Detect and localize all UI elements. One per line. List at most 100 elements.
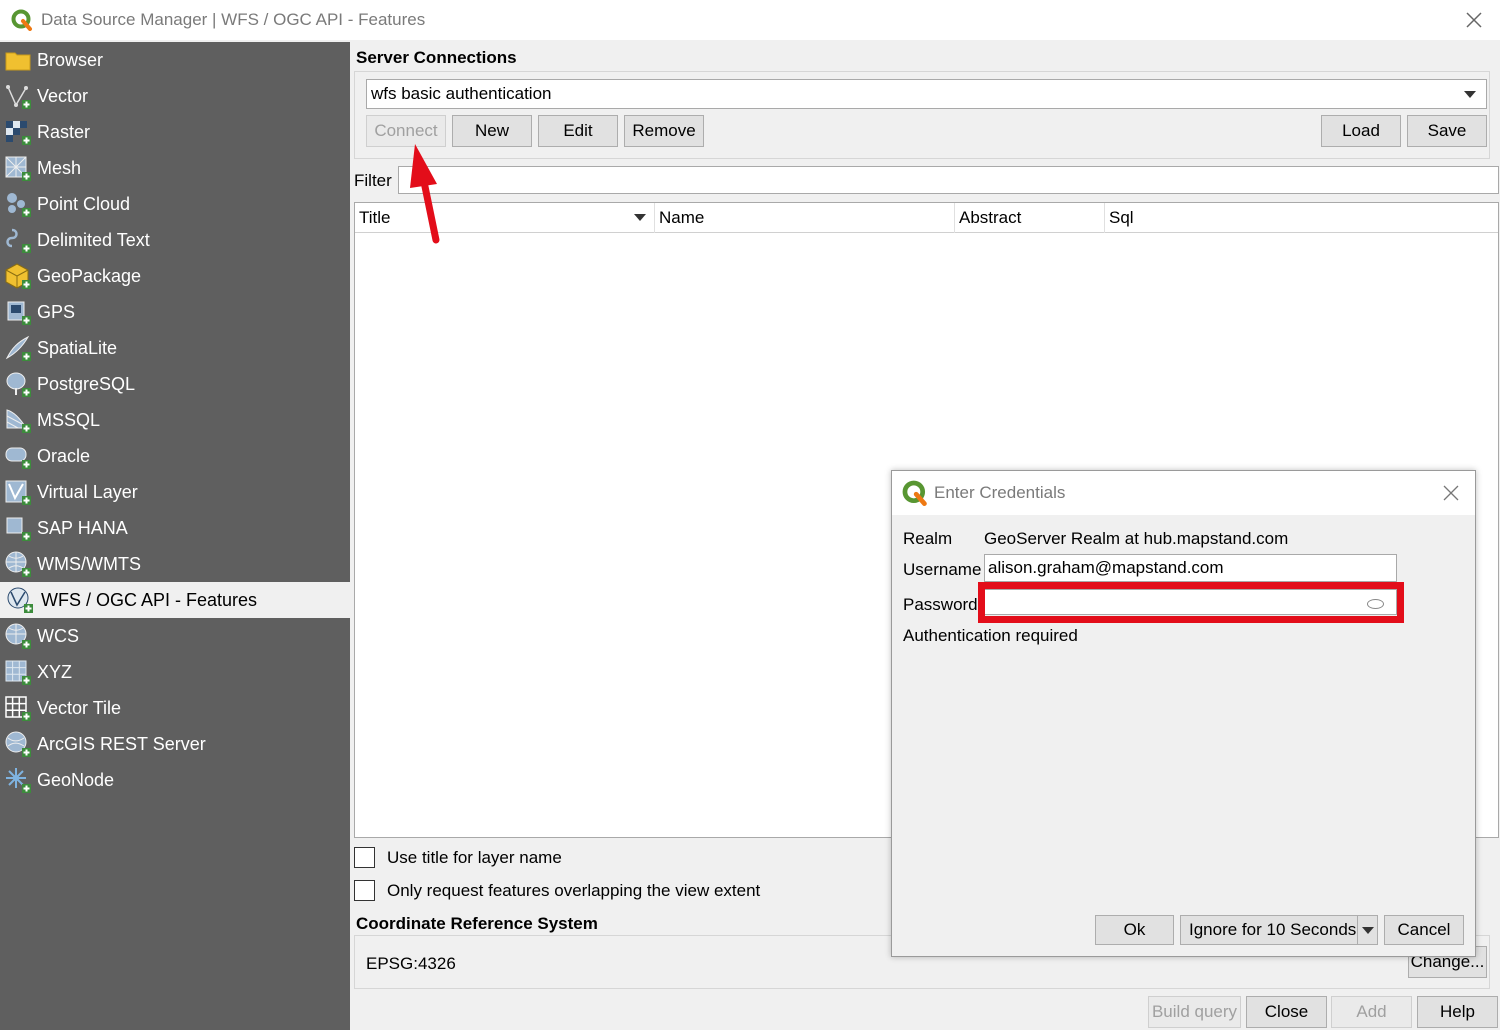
- raster-icon: [6, 121, 31, 145]
- vector-tile-icon: [5, 696, 31, 721]
- sidebar-item-label: XYZ: [37, 661, 73, 682]
- sidebar-item-label: SAP HANA: [37, 517, 128, 538]
- sidebar-item-vector[interactable]: Vector: [0, 78, 350, 114]
- sidebar-item-delimited-text[interactable]: Delimited Text: [0, 222, 350, 258]
- window-titlebar: Data Source Manager | WFS / OGC API - Fe…: [0, 0, 1500, 40]
- column-header-abstract[interactable]: Abstract: [955, 203, 1105, 233]
- username-field[interactable]: alison.graham@mapstand.com: [984, 554, 1397, 582]
- sidebar-item-label: Browser: [37, 49, 104, 70]
- column-header-sql[interactable]: Sql: [1105, 203, 1498, 233]
- sidebar-item-oracle[interactable]: Oracle: [0, 438, 350, 474]
- sidebar-item-gps[interactable]: GPS: [0, 294, 350, 330]
- sidebar-item-point-cloud[interactable]: Point Cloud: [0, 186, 350, 222]
- wfs-icon: [7, 587, 33, 613]
- mssql-icon: [6, 409, 31, 433]
- only-request-checkbox[interactable]: [354, 880, 375, 901]
- geonode-icon: [6, 768, 31, 793]
- only-request-option[interactable]: Only request features overlapping the vi…: [354, 880, 760, 901]
- sidebar-item-spatialite[interactable]: SpatiaLite: [0, 330, 350, 366]
- sidebar-item-label: Virtual Layer: [37, 481, 138, 502]
- sidebar-item-label: Vector: [37, 85, 89, 106]
- realm-label: Realm: [903, 529, 953, 548]
- annotation-arrow-icon: [410, 144, 440, 244]
- sidebar-item-label: WFS / OGC API - Features: [41, 589, 258, 610]
- column-header-title[interactable]: Title: [355, 203, 655, 233]
- sidebar-item-vector-tile[interactable]: Vector Tile: [0, 690, 350, 726]
- folder-icon: [5, 52, 31, 71]
- window-title: Data Source Manager | WFS / OGC API - Fe…: [41, 10, 426, 29]
- use-title-label: Use title for layer name: [387, 847, 562, 867]
- dialog-title: Enter Credentials: [934, 483, 1066, 502]
- column-header-label: Title: [359, 208, 391, 227]
- sidebar-item-label: WMS/WMTS: [37, 553, 141, 574]
- connection-select[interactable]: wfs basic authentication: [366, 79, 1487, 109]
- sidebar-item-virtual-layer[interactable]: Virtual Layer: [0, 474, 350, 510]
- build-query-button[interactable]: Build query: [1148, 996, 1241, 1028]
- sidebar-item-arcgis-rest[interactable]: ArcGIS REST Server: [0, 726, 350, 762]
- new-button[interactable]: New: [452, 115, 532, 147]
- sap-hana-icon: [6, 517, 31, 541]
- sidebar-item-label: ArcGIS REST Server: [37, 733, 206, 754]
- sidebar: Browser Vector Raster Mesh Point Cloud D…: [0, 42, 350, 1030]
- edit-button[interactable]: Edit: [538, 115, 618, 147]
- server-connections-title: Server Connections: [356, 48, 517, 67]
- sidebar-item-postgresql[interactable]: PostgreSQL: [0, 366, 350, 402]
- sidebar-item-label: GeoPackage: [37, 265, 142, 286]
- only-request-label: Only request features overlapping the vi…: [387, 880, 761, 900]
- sidebar-item-wms[interactable]: WMS/WMTS: [0, 546, 350, 582]
- ignore-button[interactable]: Ignore for 10 Seconds: [1180, 915, 1378, 945]
- close-button[interactable]: Close: [1246, 996, 1327, 1028]
- chevron-down-icon: [1361, 926, 1374, 934]
- sidebar-item-label: GPS: [37, 301, 76, 322]
- filter-input[interactable]: [398, 166, 1499, 194]
- load-button[interactable]: Load: [1321, 115, 1401, 147]
- column-header-label: Name: [659, 208, 705, 227]
- sidebar-item-label: PostgreSQL: [37, 373, 136, 394]
- wcs-icon: [5, 623, 31, 649]
- oracle-icon: [5, 447, 31, 469]
- sidebar-item-geonode[interactable]: GeoNode: [0, 762, 350, 798]
- sidebar-item-geopackage[interactable]: GeoPackage: [0, 258, 350, 294]
- password-highlight-box: [978, 582, 1404, 623]
- column-header-name[interactable]: Name: [655, 203, 955, 233]
- vector-icon: [6, 85, 31, 109]
- wms-icon: [5, 551, 31, 577]
- sidebar-item-mesh[interactable]: Mesh: [0, 150, 350, 186]
- sidebar-item-label: Vector Tile: [37, 697, 122, 718]
- sidebar-item-browser[interactable]: Browser: [0, 42, 350, 78]
- qgis-logo-icon: [11, 9, 32, 31]
- ignore-menu-arrow[interactable]: [1357, 916, 1377, 944]
- username-value: alison.graham@mapstand.com: [988, 558, 1224, 577]
- point-cloud-icon: [7, 193, 31, 217]
- geopackage-icon: [5, 263, 31, 289]
- close-icon[interactable]: [1462, 8, 1486, 32]
- remove-button[interactable]: Remove: [624, 115, 704, 147]
- sidebar-item-label: Delimited Text: [37, 229, 150, 250]
- realm-value: GeoServer Realm at hub.mapstand.com: [984, 529, 1289, 548]
- sidebar-item-sap-hana[interactable]: SAP HANA: [0, 510, 350, 546]
- column-header-label: Abstract: [959, 208, 1022, 227]
- connection-select-value: wfs basic authentication: [371, 84, 552, 103]
- help-button[interactable]: Help: [1417, 996, 1498, 1028]
- crs-value: EPSG:4326: [366, 954, 456, 973]
- close-icon[interactable]: [1441, 483, 1461, 503]
- use-title-checkbox[interactable]: [354, 847, 375, 868]
- credentials-dialog: Enter Credentials Realm GeoServer Realm …: [891, 470, 1476, 957]
- cancel-button[interactable]: Cancel: [1384, 915, 1464, 945]
- use-title-option[interactable]: Use title for layer name: [354, 847, 562, 868]
- sidebar-item-wfs[interactable]: WFS / OGC API - Features: [0, 582, 350, 618]
- add-button[interactable]: Add: [1331, 996, 1412, 1028]
- sidebar-item-label: Oracle: [37, 445, 91, 466]
- save-button[interactable]: Save: [1407, 115, 1487, 147]
- sidebar-item-wcs[interactable]: WCS: [0, 618, 350, 654]
- filter-label: Filter: [354, 171, 392, 190]
- sidebar-item-label: GeoNode: [37, 769, 115, 790]
- ok-button[interactable]: Ok: [1095, 915, 1174, 945]
- sidebar-item-xyz[interactable]: XYZ: [0, 654, 350, 690]
- sidebar-item-label: SpatiaLite: [37, 337, 118, 358]
- sidebar-item-mssql[interactable]: MSSQL: [0, 402, 350, 438]
- sidebar-item-raster[interactable]: Raster: [0, 114, 350, 150]
- column-header-label: Sql: [1109, 208, 1134, 227]
- arcgis-icon: [5, 731, 31, 757]
- sort-down-icon: [634, 214, 646, 221]
